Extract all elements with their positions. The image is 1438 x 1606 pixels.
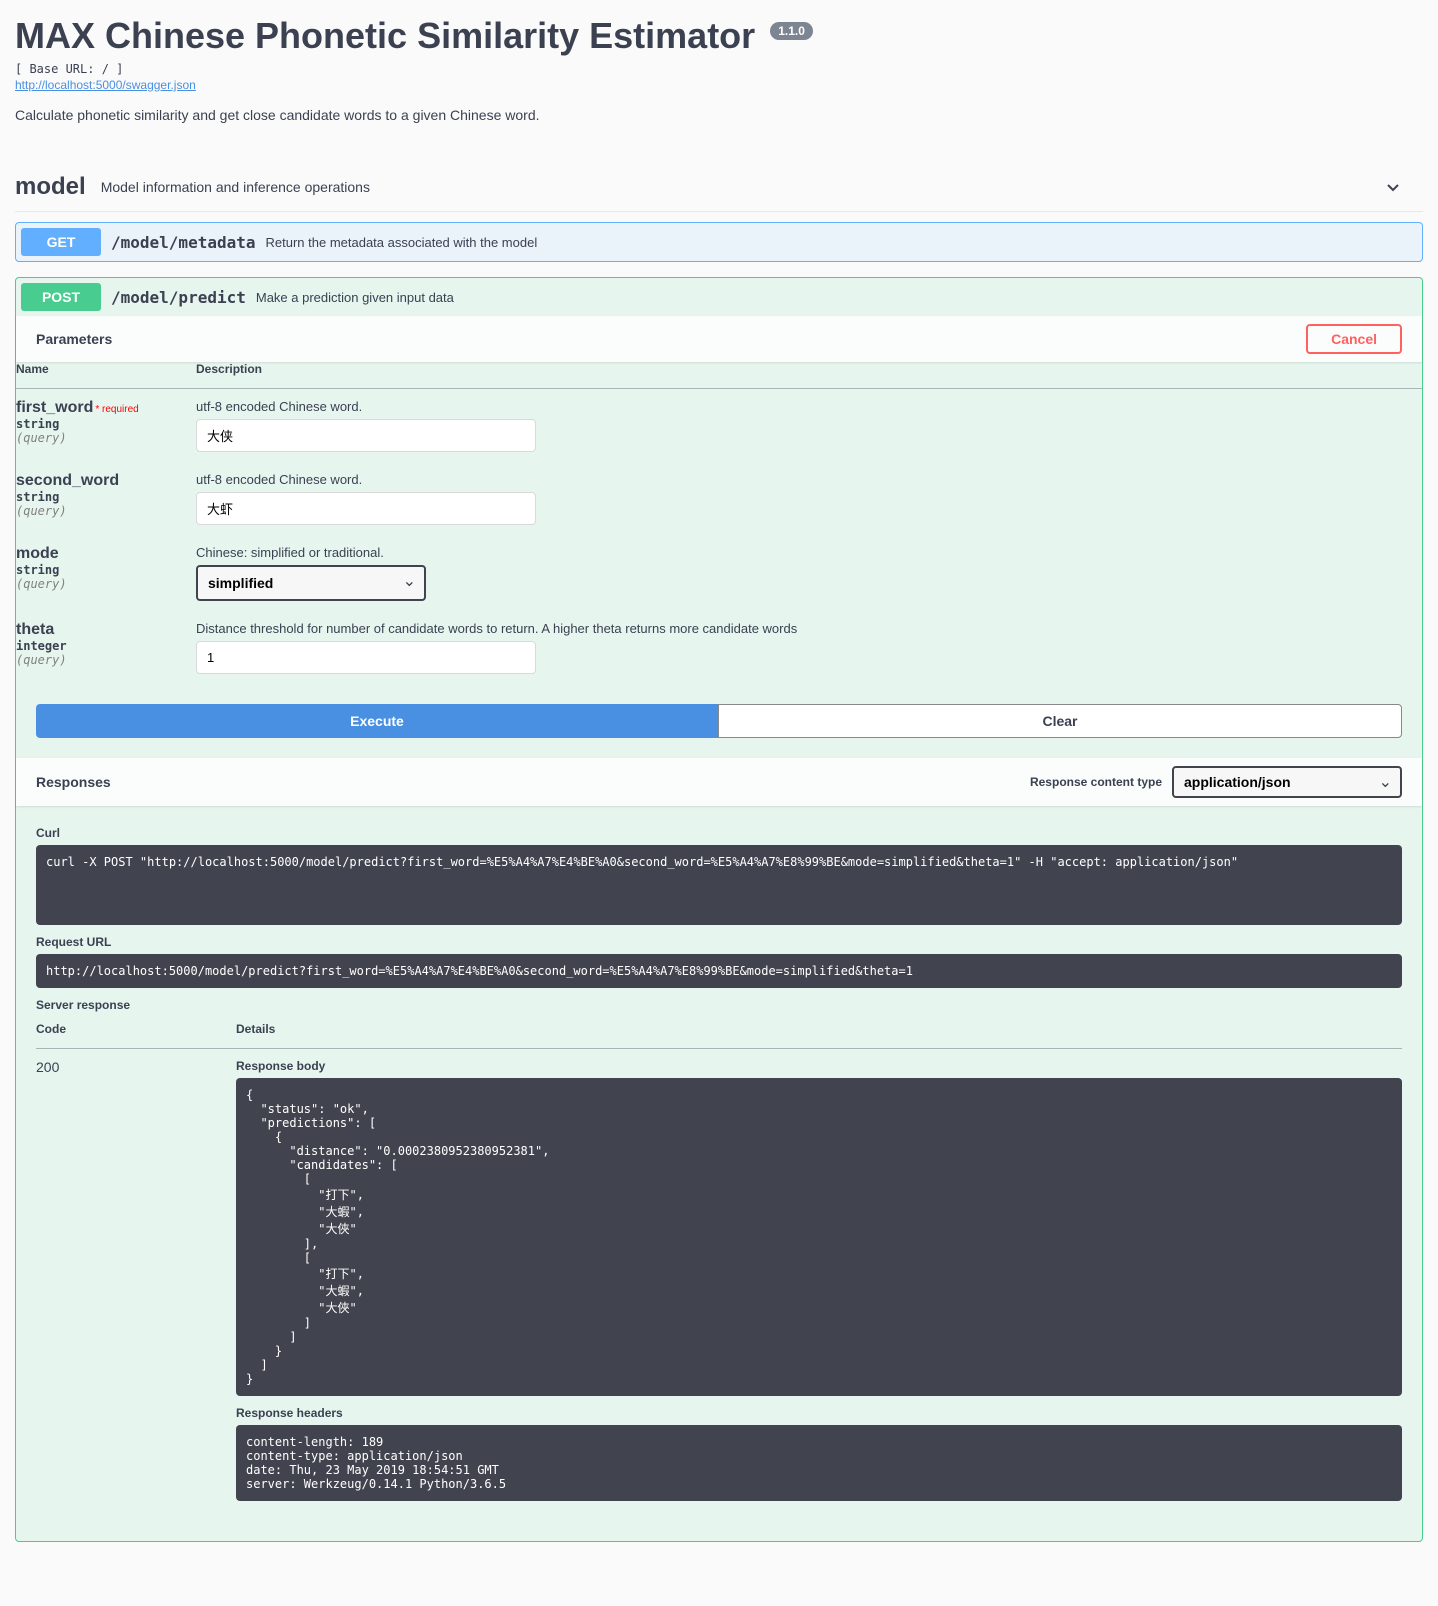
chevron-down-icon xyxy=(1383,177,1403,197)
mode-select[interactable]: simplified xyxy=(196,565,426,601)
param-name: second_word xyxy=(16,472,196,490)
responses-header: Responses Response content type applicat… xyxy=(16,758,1422,806)
col-code: Code xyxy=(36,1022,236,1049)
response-headers-label: Response headers xyxy=(236,1406,1402,1420)
content-type-label: Response content type xyxy=(1030,775,1162,789)
curl-command: curl -X POST "http://localhost:5000/mode… xyxy=(36,845,1402,925)
button-row: Execute Clear xyxy=(16,684,1422,758)
execute-button[interactable]: Execute xyxy=(36,704,718,738)
param-row-mode: mode string (query) Chinese: simplified … xyxy=(16,535,1422,611)
parameters-title: Parameters xyxy=(36,331,112,347)
responses-body: Curl curl -X POST "http://localhost:5000… xyxy=(16,806,1422,1541)
col-details: Details xyxy=(236,1022,1402,1049)
method-badge-get: GET xyxy=(21,228,101,256)
parameters-table: Name Description first_word* required st… xyxy=(16,362,1422,684)
parameters-header: Parameters Cancel xyxy=(16,316,1422,362)
operation-summary[interactable]: GET /model/metadata Return the metadata … xyxy=(16,223,1422,261)
param-description: Distance threshold for number of candida… xyxy=(196,621,1422,636)
param-name: first_word xyxy=(16,399,93,416)
operation-description: Return the metadata associated with the … xyxy=(266,235,538,250)
param-description: Chinese: simplified or traditional. xyxy=(196,545,1422,560)
response-body-value: { "status": "ok", "predictions": [ { "di… xyxy=(236,1078,1402,1396)
tag-name: model xyxy=(15,173,86,201)
param-type: string xyxy=(16,563,196,577)
version-badge: 1.1.0 xyxy=(770,22,813,40)
curl-label: Curl xyxy=(36,826,1402,840)
response-table: Code Details 200 Response body { "status… xyxy=(36,1022,1402,1521)
param-row-theta: theta integer (query) Distance threshold… xyxy=(16,611,1422,684)
param-description: utf-8 encoded Chinese word. xyxy=(196,399,1422,414)
operation-summary[interactable]: POST /model/predict Make a prediction gi… xyxy=(16,278,1422,316)
operation-post-predict: POST /model/predict Make a prediction gi… xyxy=(15,277,1423,1542)
method-badge-post: POST xyxy=(21,283,101,311)
param-row-second-word: second_word string (query) utf-8 encoded… xyxy=(16,462,1422,535)
responses-title: Responses xyxy=(36,774,111,790)
param-in: (query) xyxy=(16,431,196,445)
operation-get-metadata: GET /model/metadata Return the metadata … xyxy=(15,222,1423,262)
response-code: 200 xyxy=(36,1049,236,1522)
param-type: string xyxy=(16,417,196,431)
api-title: MAX Chinese Phonetic Similarity Estimato… xyxy=(15,15,813,57)
tag-header[interactable]: model Model information and inference op… xyxy=(15,163,1423,212)
tag-description: Model information and inference operatio… xyxy=(101,179,1383,195)
request-url-value: http://localhost:5000/model/predict?firs… xyxy=(36,954,1402,988)
operation-path: /model/metadata xyxy=(111,233,256,252)
param-in: (query) xyxy=(16,577,196,591)
param-type: string xyxy=(16,490,196,504)
col-description: Description xyxy=(196,362,1422,389)
first-word-input[interactable] xyxy=(196,419,536,452)
tag-section-model: model Model information and inference op… xyxy=(15,163,1423,1542)
col-name: Name xyxy=(16,362,196,389)
content-type-select[interactable]: application/json xyxy=(1172,766,1402,798)
request-url-label: Request URL xyxy=(36,935,1402,949)
clear-button[interactable]: Clear xyxy=(718,704,1402,738)
title-text: MAX Chinese Phonetic Similarity Estimato… xyxy=(15,15,755,56)
theta-input[interactable] xyxy=(196,641,536,674)
page-header: MAX Chinese Phonetic Similarity Estimato… xyxy=(15,15,1423,123)
response-body-label: Response body xyxy=(236,1059,1402,1073)
operation-path: /model/predict xyxy=(111,288,246,307)
response-headers-value: content-length: 189 content-type: applic… xyxy=(236,1425,1402,1501)
param-name: theta xyxy=(16,621,196,639)
api-description: Calculate phonetic similarity and get cl… xyxy=(15,107,1423,123)
param-type: integer xyxy=(16,639,196,653)
swagger-json-link[interactable]: http://localhost:5000/swagger.json xyxy=(15,78,196,92)
param-row-first-word: first_word* required string (query) utf-… xyxy=(16,389,1422,463)
operation-description: Make a prediction given input data xyxy=(256,290,454,305)
required-marker: * required xyxy=(93,404,138,415)
server-response-label: Server response xyxy=(36,998,1402,1012)
base-url: [ Base URL: / ] xyxy=(15,62,1423,76)
param-in: (query) xyxy=(16,653,196,667)
param-in: (query) xyxy=(16,504,196,518)
cancel-button[interactable]: Cancel xyxy=(1306,324,1402,354)
param-description: utf-8 encoded Chinese word. xyxy=(196,472,1422,487)
operation-body: Parameters Cancel Name Description first… xyxy=(16,316,1422,1541)
response-row: 200 Response body { "status": "ok", "pre… xyxy=(36,1049,1402,1522)
param-name: mode xyxy=(16,545,196,563)
second-word-input[interactable] xyxy=(196,492,536,525)
